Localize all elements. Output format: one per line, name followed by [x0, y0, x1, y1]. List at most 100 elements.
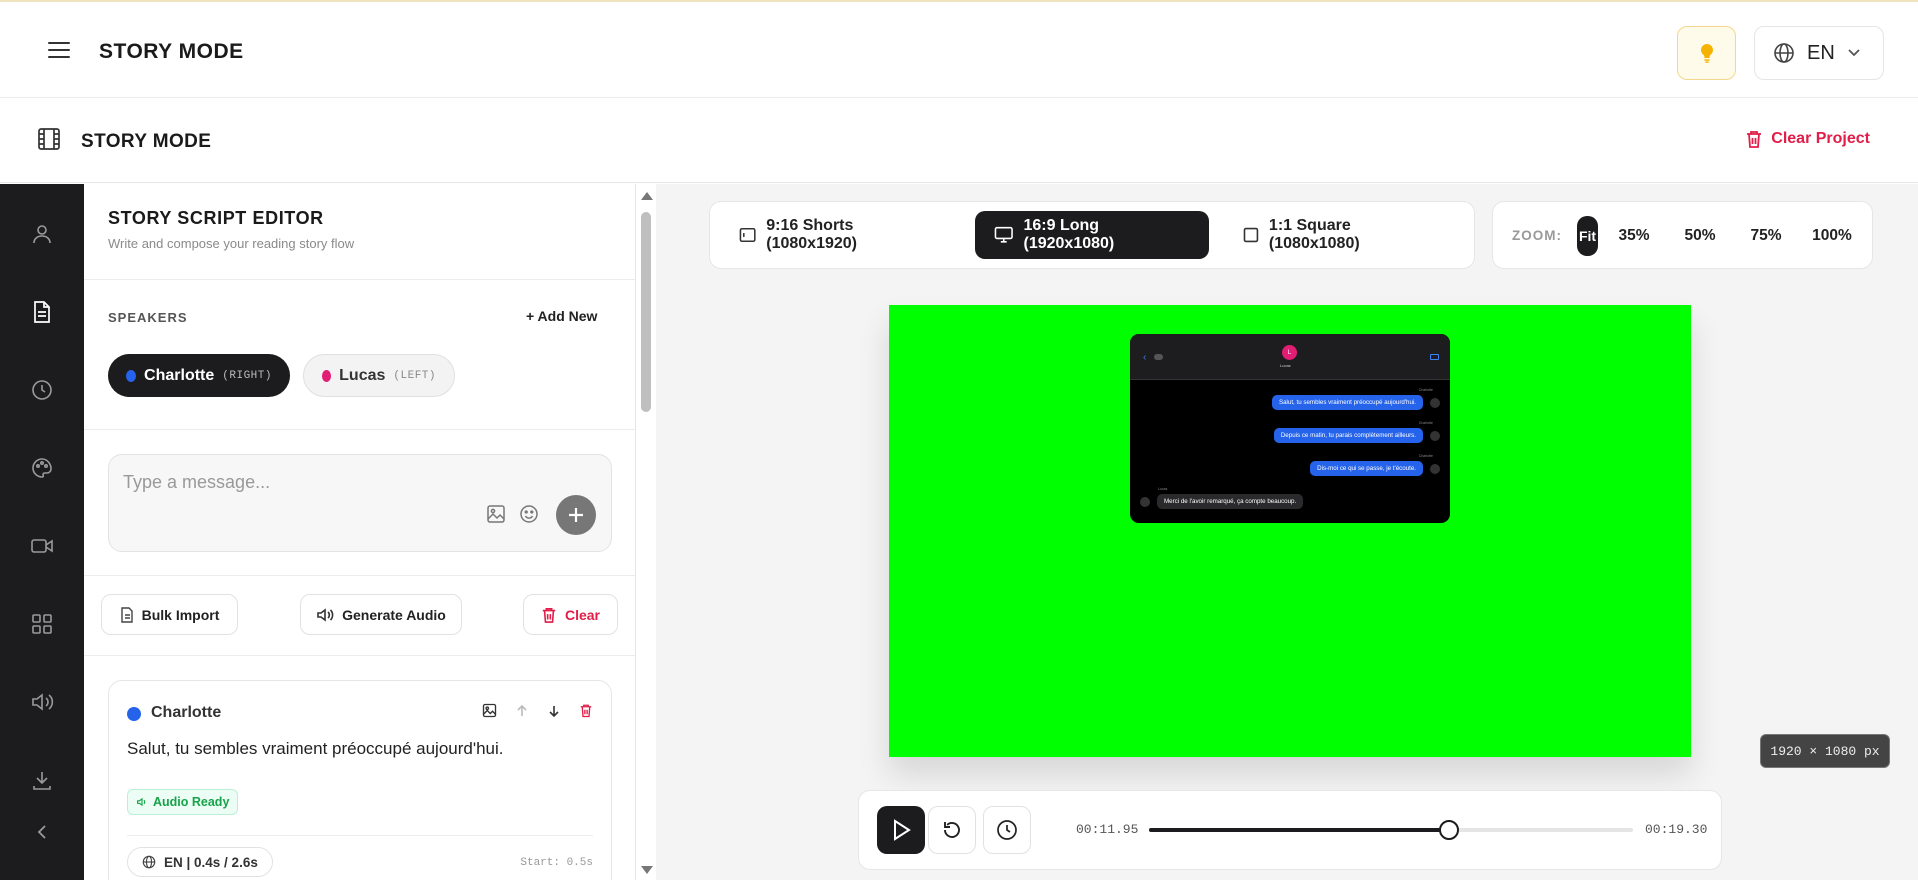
voice-language-info: EN | 0.4s / 2.6s: [164, 854, 258, 870]
card-speaker-name: Charlotte: [151, 704, 222, 721]
scroll-down-arrow[interactable]: [641, 866, 653, 874]
globe-icon: [142, 855, 156, 869]
send-message-button[interactable]: [556, 495, 596, 535]
speaker-name: Charlotte: [144, 366, 215, 384]
replay-button[interactable]: [928, 806, 976, 854]
chat-avatar: [1430, 398, 1440, 408]
chat-bubble: Salut, tu sembles vraiment préoccupé auj…: [1271, 395, 1423, 410]
preview-area: 9:16 Shorts (1080x1920) 16:9 Long (1920x…: [656, 184, 1918, 880]
arrow-down-icon[interactable]: [547, 704, 561, 718]
speaker-chip-lucas[interactable]: Lucas (LEFT): [303, 354, 455, 397]
speaker-chip-charlotte[interactable]: Charlotte (RIGHT): [108, 354, 290, 397]
arrow-up-icon[interactable]: [515, 704, 529, 718]
trash-icon[interactable]: [579, 703, 593, 718]
speaker-color-dot: [322, 369, 332, 382]
clear-script-button[interactable]: Clear: [523, 594, 618, 635]
zoom-label: ZOOM:: [1512, 228, 1562, 243]
format-shorts-label: 9:16 Shorts (1080x1920): [766, 217, 857, 252]
zoom-35-button[interactable]: 35%: [1610, 216, 1658, 256]
chat-avatar: [1430, 464, 1440, 474]
clear-script-label: Clear: [564, 606, 601, 623]
message-box: [108, 454, 612, 552]
download-icon: [33, 772, 51, 790]
zoom-50-button[interactable]: 50%: [1676, 216, 1724, 256]
sidebar-item-script[interactable]: [28, 298, 56, 326]
canvas-dimensions-badge: 1920 × 1080 px: [1760, 734, 1890, 768]
video-canvas[interactable]: ‹ L Lucas Charlotte Salut, tu sembles vr…: [889, 305, 1691, 757]
video-call-icon: [1430, 354, 1439, 360]
back-arrow-icon: ‹: [1143, 352, 1147, 363]
timeline-progress: [1149, 828, 1449, 832]
current-time: 00:11.95: [1076, 822, 1139, 837]
timing-button[interactable]: [983, 806, 1031, 854]
clear-project-button[interactable]: Clear Project: [1745, 129, 1870, 149]
play-icon: [894, 819, 911, 841]
play-button[interactable]: [877, 806, 925, 854]
sidebar-item-theme[interactable]: [28, 454, 56, 482]
message-input[interactable]: [123, 467, 583, 497]
sidebar-item-export[interactable]: [28, 766, 56, 794]
sidebar-rail: [0, 184, 84, 880]
emoji-icon[interactable]: [519, 504, 539, 524]
image-icon[interactable]: [482, 703, 497, 718]
script-line-card[interactable]: Charlotte Salut, tu sembles vraiment pré…: [108, 680, 612, 880]
format-shorts-button[interactable]: 9:16 Shorts (1080x1920): [720, 211, 960, 259]
sidebar-item-audio[interactable]: [28, 688, 56, 716]
menu-icon[interactable]: [48, 42, 70, 58]
playback-controls: 00:11.95 00:19.30: [858, 790, 1722, 870]
zoom-75-button[interactable]: 75%: [1742, 216, 1790, 256]
format-long-button[interactable]: 16:9 Long (1920x1080): [975, 211, 1209, 259]
scroll-up-arrow[interactable]: [641, 192, 653, 200]
phone-frame-icon: [739, 228, 756, 242]
chat-bubble: Dis-moi ce qui se passe, je t'écoute.: [1310, 461, 1423, 476]
contact-name: Lucas: [1280, 363, 1291, 368]
format-long-label: 16:9 Long (1920x1080): [1023, 217, 1115, 252]
chat-bubble: Depuis ce matin, tu parais complètement …: [1273, 428, 1423, 443]
add-speaker-button[interactable]: + Add New: [526, 308, 597, 324]
scrollbar-thumb[interactable]: [641, 212, 651, 412]
sidebar-item-video[interactable]: [28, 532, 56, 560]
chat-mockup: ‹ L Lucas Charlotte Salut, tu sembles vr…: [1130, 334, 1450, 523]
chat-header: ‹ L Lucas: [1130, 334, 1450, 380]
sidebar-item-timeline[interactable]: [28, 376, 56, 404]
voice-language-chip[interactable]: EN | 0.4s / 2.6s: [127, 847, 273, 877]
user-icon: [33, 225, 51, 244]
unread-pill: [1154, 354, 1163, 360]
plus-icon: [569, 508, 583, 522]
image-icon[interactable]: [486, 504, 506, 524]
format-selector: 9:16 Shorts (1080x1920) 16:9 Long (1920x…: [709, 201, 1475, 269]
speaker-icon: [32, 693, 54, 711]
speakers-label: SPEAKERS: [108, 310, 188, 325]
zoom-fit-button[interactable]: Fit: [1577, 216, 1598, 256]
language-code: EN: [1807, 41, 1835, 64]
grid-icon: [32, 614, 52, 634]
chat-sender-name: Charlotte: [1418, 388, 1433, 392]
theme-toggle-button[interactable]: [1677, 26, 1736, 80]
editor-header: STORY SCRIPT EDITOR Write and compose yo…: [84, 184, 635, 280]
timeline-handle[interactable]: [1438, 820, 1459, 840]
story-script-editor: STORY SCRIPT EDITOR Write and compose yo…: [84, 184, 636, 880]
sidebar-item-profile[interactable]: [28, 220, 56, 248]
format-square-label: 1:1 Square (1080x1080): [1268, 217, 1360, 252]
bulk-import-button[interactable]: Bulk Import: [101, 594, 238, 635]
plus-icon: +: [526, 308, 538, 324]
audio-ready-badge: Audio Ready: [127, 789, 239, 815]
chevron-left-icon: [37, 825, 46, 839]
sidebar-item-layouts[interactable]: [28, 610, 56, 638]
editor-actions: Bulk Import Generate Audio Clear: [84, 576, 635, 656]
square-icon: [1243, 227, 1259, 243]
app-brand: STORY MODE: [99, 40, 244, 63]
speaker-icon: [137, 797, 146, 807]
language-selector[interactable]: EN: [1754, 26, 1884, 80]
speaker-color-dot: [127, 707, 141, 721]
speaker-side: (LEFT): [393, 369, 436, 382]
chat-avatar: [1430, 431, 1440, 441]
speaker-name: Lucas: [339, 366, 386, 384]
generate-audio-button[interactable]: Generate Audio: [300, 594, 462, 635]
collapse-sidebar-button[interactable]: [28, 818, 56, 846]
format-square-button[interactable]: 1:1 Square (1080x1080): [1224, 211, 1464, 259]
timeline-slider[interactable]: [1149, 820, 1633, 840]
clock-icon: [997, 820, 1017, 840]
zoom-100-button[interactable]: 100%: [1804, 216, 1860, 256]
editor-scrollbar[interactable]: [636, 184, 656, 880]
